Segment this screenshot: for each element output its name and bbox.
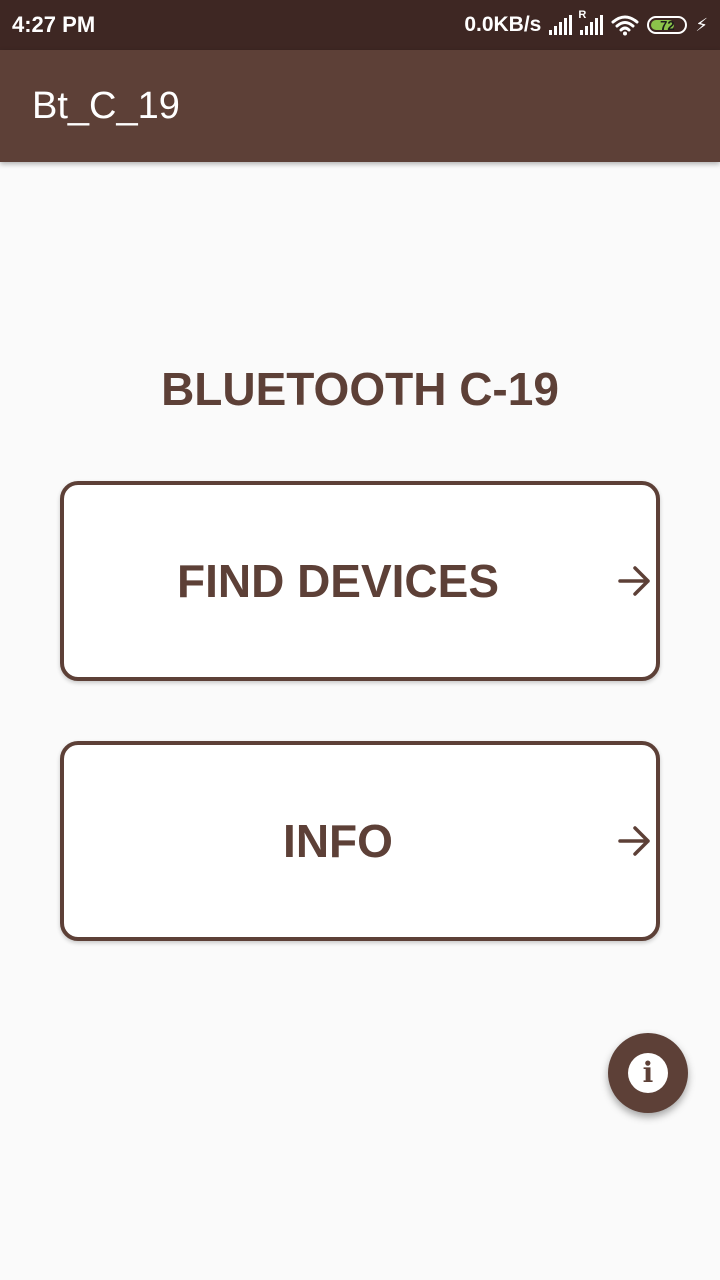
- find-devices-button[interactable]: FIND DEVICES: [60, 481, 660, 681]
- info-label: INFO: [283, 815, 393, 867]
- status-time: 4:27 PM: [12, 12, 96, 37]
- arrow-right-icon: [618, 826, 650, 856]
- battery-level: 72: [660, 17, 675, 33]
- charging-bolt-icon: ⚡: [695, 14, 708, 35]
- page-title: BLUETOOTH C-19: [161, 363, 559, 415]
- info-fab[interactable]: i: [608, 1033, 688, 1113]
- status-icons: 0.0KB/s R 72 ⚡: [464, 9, 708, 37]
- network-speed: 0.0KB/s: [464, 13, 542, 36]
- signal-roaming-icon: R: [578, 9, 604, 35]
- signal-icon: [549, 15, 573, 35]
- app-title: Bt_C_19: [32, 84, 180, 127]
- info-button[interactable]: INFO: [60, 741, 660, 941]
- app-bar: Bt_C_19: [0, 50, 720, 162]
- arrow-right-icon: [618, 566, 650, 596]
- status-bar: 4:27 PM 0.0KB/s R 72 ⚡: [0, 0, 720, 50]
- wifi-icon: [611, 15, 639, 36]
- find-devices-label: FIND DEVICES: [176, 555, 500, 607]
- roaming-mark: R: [578, 9, 587, 21]
- battery-icon: 72: [647, 16, 688, 34]
- info-icon: i: [628, 1053, 668, 1093]
